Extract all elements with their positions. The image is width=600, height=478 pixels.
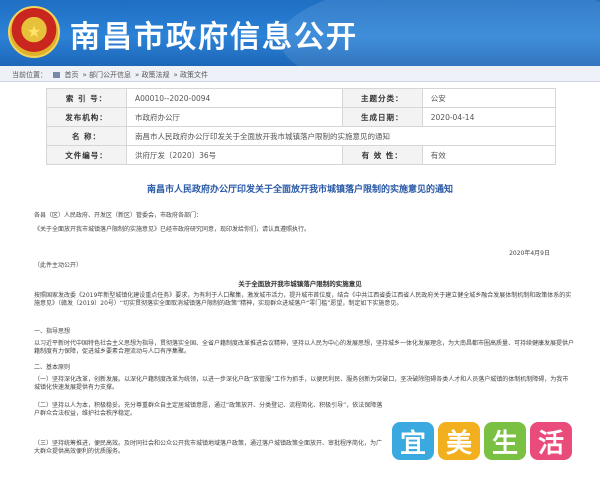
breadcrumb-home[interactable]: 首页 bbox=[64, 71, 78, 79]
breadcrumb: 当前位置： 首页» 部门公开信息» 政策法规» 政策文件 bbox=[0, 66, 600, 82]
salutation: 各县（区）人民政府、开发区（新区）管委会，市政府各部门： bbox=[34, 212, 203, 219]
watermark-char: 宜 bbox=[392, 422, 434, 460]
breadcrumb-policy[interactable]: 政策法规 bbox=[142, 71, 170, 79]
validity-value: 有效 bbox=[421, 145, 557, 165]
document-title: 南昌市人民政府办公厅印发关于全面放开我市城镇落户限制的实施意见的通知 bbox=[146, 185, 453, 195]
site-header: ★ 南昌市政府信息公开 bbox=[0, 0, 600, 66]
meta-row: 发布机构： 市政府办公厅 生成日期： 2020-04-14 bbox=[46, 107, 557, 127]
index-value: A00010--2020-0094 bbox=[126, 88, 343, 108]
disclosure-note: （此件主动公开） bbox=[34, 262, 83, 269]
breadcrumb-dept[interactable]: 部门公开信息 bbox=[89, 71, 131, 79]
watermark-logo: 宜 美 生 活 bbox=[392, 422, 572, 460]
index-label: 索 引 号： bbox=[46, 88, 127, 108]
breadcrumb-label: 当前位置： bbox=[12, 71, 47, 79]
site-title: 南昌市政府信息公开 bbox=[70, 20, 358, 55]
intro-paragraph: 《关于全面放开我市城镇落户限制的实施意见》已经市政府研究同意，现印发给你们，请认… bbox=[34, 226, 311, 233]
topic-label: 主题分类： bbox=[341, 88, 423, 108]
opinion-title: 关于全面放开我市城镇落户限制的实施意见 bbox=[238, 280, 362, 288]
doc-number-label: 文件编号： bbox=[46, 145, 127, 165]
home-icon bbox=[53, 72, 61, 78]
paragraph: （一）坚持深化改革，创新发展。以深化户籍制度改革为统领，以进一步深化户政“放管服… bbox=[34, 376, 569, 391]
breadcrumb-files[interactable]: 政策文件 bbox=[180, 71, 208, 79]
section-heading: 二、基本原则 bbox=[34, 364, 71, 371]
paragraph: 以习近平新时代中国特色社会主义思想为指导，贯彻落实全国、全省户籍制度改革推进会议… bbox=[34, 340, 575, 355]
paragraph: （二）坚持以人为本，积极稳妥。充分尊重群众自主定居城镇意愿，通过“政策放开、分类… bbox=[34, 402, 383, 417]
topic-value: 公安 bbox=[421, 88, 557, 108]
publisher-label: 发布机构： bbox=[46, 107, 127, 127]
watermark-char: 生 bbox=[484, 422, 526, 460]
name-value: 南昌市人民政府办公厅印发关于全面放开我市城镇落户限制的实施意见的通知 bbox=[126, 126, 556, 146]
doc-number-value: 洪府厅发〔2020〕36号 bbox=[126, 145, 343, 165]
document-meta-table: 索 引 号： A00010--2020-0094 主题分类： 公安 发布机构： … bbox=[46, 88, 557, 165]
issue-date: 2020年4月9日 bbox=[509, 250, 550, 257]
meta-row: 文件编号： 洪府厅发〔2020〕36号 有 效 性： 有效 bbox=[46, 145, 557, 165]
watermark-char: 活 bbox=[530, 422, 572, 460]
meta-row: 名 称： 南昌市人民政府办公厅印发关于全面放开我市城镇落户限制的实施意见的通知 bbox=[46, 126, 556, 146]
section-heading: 一、指导思想 bbox=[34, 328, 71, 335]
national-emblem-icon: ★ bbox=[8, 6, 60, 58]
watermark-char: 美 bbox=[438, 422, 480, 460]
paragraph: （三）坚持统筹推进，便民高效。及时同社会和公众公开我市城镇地域落户政策，通过落户… bbox=[34, 440, 383, 455]
name-label: 名 称： bbox=[46, 126, 127, 146]
paragraph: 按照国家发改委《2019年新型城镇化建设重点任务》要求，为有利于人口聚集，激发城… bbox=[34, 292, 572, 307]
publisher-value: 市政府办公厅 bbox=[126, 107, 343, 127]
validity-label: 有 效 性： bbox=[341, 145, 423, 165]
date-value: 2020-04-14 bbox=[421, 107, 557, 127]
date-label: 生成日期： bbox=[341, 107, 423, 127]
meta-row: 索 引 号： A00010--2020-0094 主题分类： 公安 bbox=[46, 88, 557, 108]
